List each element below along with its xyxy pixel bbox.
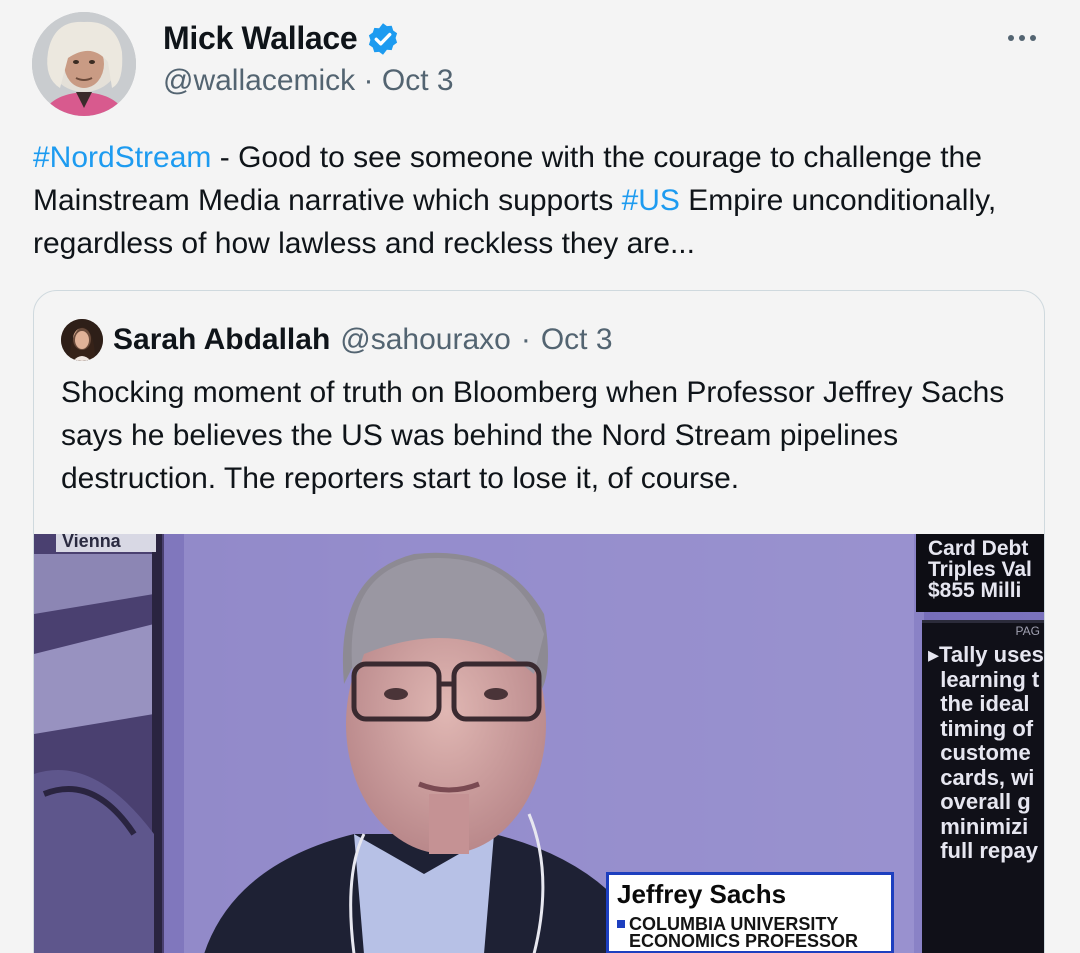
more-options-icon[interactable] [1004,26,1040,50]
quote-author-handle[interactable]: @sahouraxo [340,323,511,357]
author-display-name[interactable]: Mick Wallace [163,20,358,57]
bullet-square-icon [617,920,625,928]
author-meta: @wallacemick · Oct 3 [163,64,454,98]
quoted-tweet[interactable]: Sarah Abdallah @sahouraxo · Oct 3 Shocki… [33,290,1045,953]
quote-header: Sarah Abdallah @sahouraxo · Oct 3 [61,319,613,361]
hashtag-link[interactable]: #NordStream [33,141,211,174]
news-ticker-side: ▸Tally uses learning t the ideal timing … [922,620,1044,953]
lower-third-caption: Jeffrey Sachs COLUMBIA UNIVERSITY ECONOM… [606,872,894,953]
author-handle[interactable]: @wallacemick [163,64,355,97]
author-avatar[interactable] [32,12,136,116]
meta-separator: · [363,64,374,97]
hashtag-link[interactable]: #US [622,184,680,217]
news-ticker-headline: Card Debt Triples Val $855 Milli [916,534,1044,612]
quote-author-name[interactable]: Sarah Abdallah [113,323,330,357]
lower-third-title: COLUMBIA UNIVERSITY ECONOMICS PROFESSOR [617,915,891,951]
author-name-row: Mick Wallace [163,20,401,57]
lower-third-title-line-2: ECONOMICS PROFESSOR [629,931,859,951]
ticker-page-label: PAG [1015,624,1040,638]
tweet[interactable]: Mick Wallace @wallacemick · Oct 3 #NordS… [0,0,1080,953]
location-label: Vienna [56,534,156,552]
quote-author-avatar [61,319,103,361]
quote-date: Oct 3 [540,323,613,356]
verified-badge-icon [365,21,401,57]
quote-meta-separator: · [520,323,531,356]
video-player[interactable]: Vienna Card Debt Triples Val $855 Milli … [34,534,1044,953]
quote-text: Shocking moment of truth on Bloomberg wh… [61,376,1005,495]
lower-third-name: Jeffrey Sachs [617,879,787,909]
tweet-text: #NordStream - Good to see someone with t… [33,136,1043,265]
tweet-date[interactable]: Oct 3 [382,64,454,97]
